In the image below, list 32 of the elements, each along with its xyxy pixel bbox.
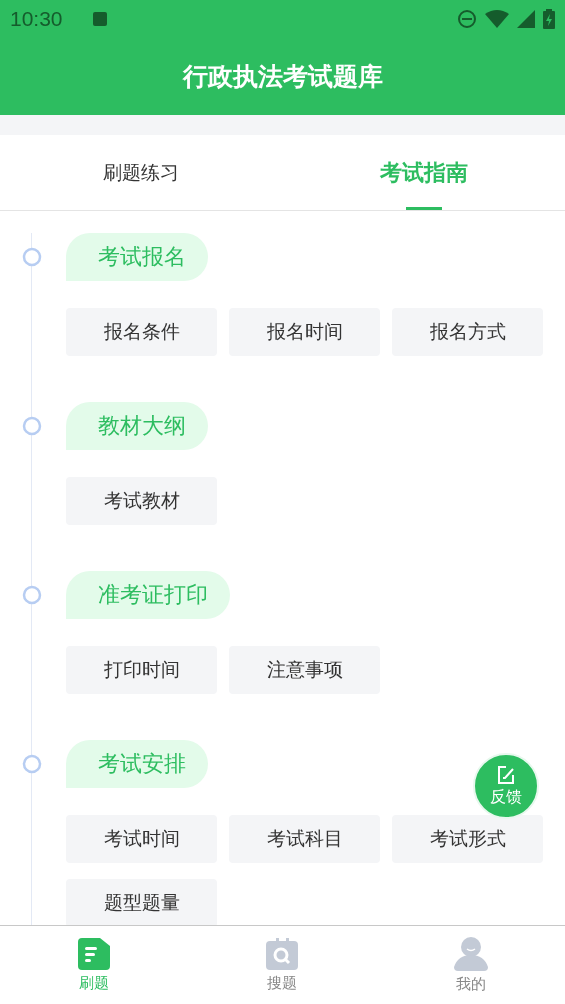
topic-button[interactable]: 报名条件 [66, 308, 217, 356]
topic-button[interactable]: 考试形式 [392, 815, 543, 863]
topic-button[interactable]: 打印时间 [66, 646, 217, 694]
signal-icon [517, 10, 535, 28]
timeline-dot [22, 247, 42, 267]
nav-tab[interactable]: 搜题 [188, 926, 377, 1004]
topic-button[interactable]: 注意事项 [229, 646, 380, 694]
topic-button[interactable]: 题型题量 [66, 879, 217, 925]
topic-button[interactable]: 考试时间 [66, 815, 217, 863]
timeline-dot [22, 585, 42, 605]
nav-tab[interactable]: 我的 [376, 926, 565, 1004]
topic-button[interactable]: 考试教材 [66, 477, 217, 525]
timeline-dot [22, 416, 42, 436]
topic-button[interactable]: 报名时间 [229, 308, 380, 356]
section-title: 考试报名 [66, 233, 208, 281]
wifi-icon [485, 10, 509, 28]
user-icon [453, 936, 488, 971]
app-title: 行政执法考试题库 [182, 61, 383, 93]
tab[interactable]: 刷题练习 [0, 135, 283, 210]
section-title: 考试安排 [66, 740, 208, 788]
topic-button[interactable]: 考试科目 [229, 815, 380, 863]
timeline-dot [22, 754, 42, 774]
do-not-disturb-icon [457, 9, 477, 29]
section-title: 准考证打印 [66, 571, 230, 619]
battery-icon [543, 9, 555, 29]
section-title: 教材大纲 [66, 402, 208, 450]
edit-icon [496, 764, 516, 785]
search-icon [266, 937, 299, 970]
topic-button[interactable]: 报名方式 [392, 308, 543, 356]
notification-icon [92, 12, 107, 26]
status-time: 10:30 [10, 7, 63, 31]
document-icon [78, 937, 111, 970]
